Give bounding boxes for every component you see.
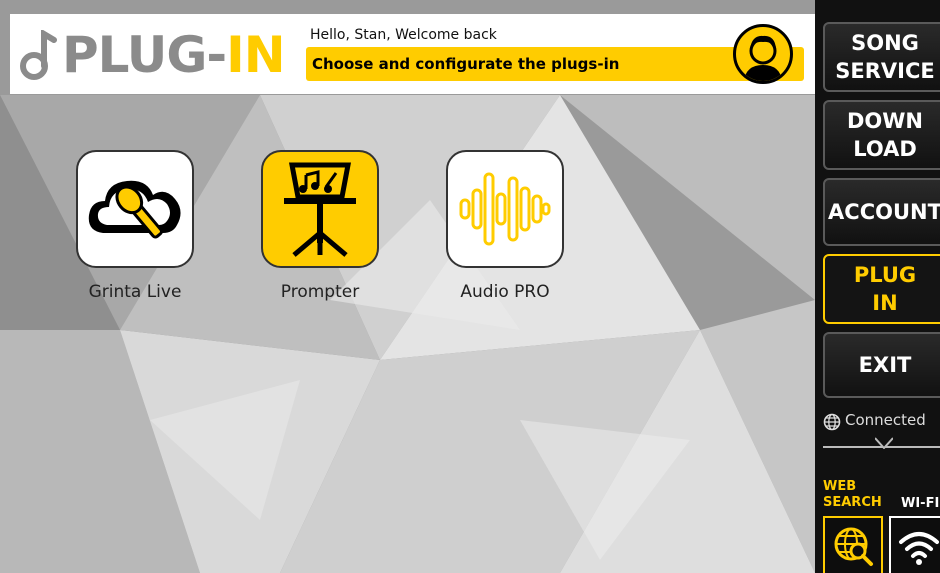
web-search-label-line2: SEARCH	[823, 495, 882, 510]
web-search-icon	[834, 527, 873, 566]
account-button[interactable]: ACCOUNT	[823, 178, 940, 246]
status-pointer	[875, 437, 893, 449]
logo-text-in: IN	[226, 26, 285, 84]
plugin-grinta-live[interactable]: Grinta Live	[75, 150, 195, 302]
cloud-microphone-icon	[88, 180, 181, 239]
web-search-button[interactable]	[823, 516, 883, 573]
web-search-label: WEB SEARCH	[823, 479, 893, 511]
waveform-icon	[459, 172, 551, 246]
button-label-line1: SONG	[851, 31, 919, 55]
plugin-audio-pro[interactable]: Audio PRO	[445, 150, 565, 302]
exit-button[interactable]: EXIT	[823, 332, 940, 398]
wifi-icon	[899, 531, 939, 565]
button-label-line2: SERVICE	[835, 59, 935, 83]
plugin-tile[interactable]	[261, 150, 379, 268]
button-label-line1: PLUG	[853, 263, 917, 287]
music-note-icon	[20, 30, 57, 80]
main-area: PLUG- IN Hello, Stan, Welcome back Choose…	[0, 0, 815, 573]
connection-status-text: Connected	[845, 411, 926, 429]
greeting-text: Hello, Stan, Welcome back	[310, 27, 497, 43]
page-subtitle: Choose and configurate the plugs-in	[306, 47, 804, 81]
song-service-button[interactable]: SONG SERVICE	[823, 22, 940, 92]
wifi-button[interactable]	[889, 516, 940, 573]
wifi-label: WI-FI	[901, 496, 940, 511]
button-label: EXIT	[858, 353, 912, 377]
button-label-line2: LOAD	[853, 137, 917, 161]
music-stand-icon	[284, 162, 356, 257]
user-avatar-icon[interactable]	[733, 24, 793, 84]
plugin-tile[interactable]	[446, 150, 564, 268]
logo-text-plug: PLUG-	[62, 26, 227, 84]
web-search-label-line1: WEB	[823, 479, 857, 494]
globe-icon	[823, 413, 841, 431]
plugin-label: Prompter	[280, 282, 360, 302]
app-logo: PLUG- IN	[18, 24, 286, 86]
button-label-line2: IN	[872, 291, 898, 315]
sidebar: SONG SERVICE DOWN LOAD ACCOUNT PLUG IN EXIT…	[815, 0, 940, 573]
plugin-label: Audio PRO	[460, 282, 550, 302]
button-label: ACCOUNT	[828, 200, 940, 224]
plugin-label: Grinta Live	[88, 282, 182, 302]
plug-in-button[interactable]: PLUG IN	[823, 254, 940, 324]
header-bar: PLUG- IN Hello, Stan, Welcome back Choose…	[10, 14, 815, 94]
download-button[interactable]: DOWN LOAD	[823, 100, 940, 170]
plugin-prompter[interactable]: Prompter	[260, 150, 380, 302]
button-label-line1: DOWN	[846, 109, 924, 133]
plugin-tile[interactable]	[76, 150, 194, 268]
